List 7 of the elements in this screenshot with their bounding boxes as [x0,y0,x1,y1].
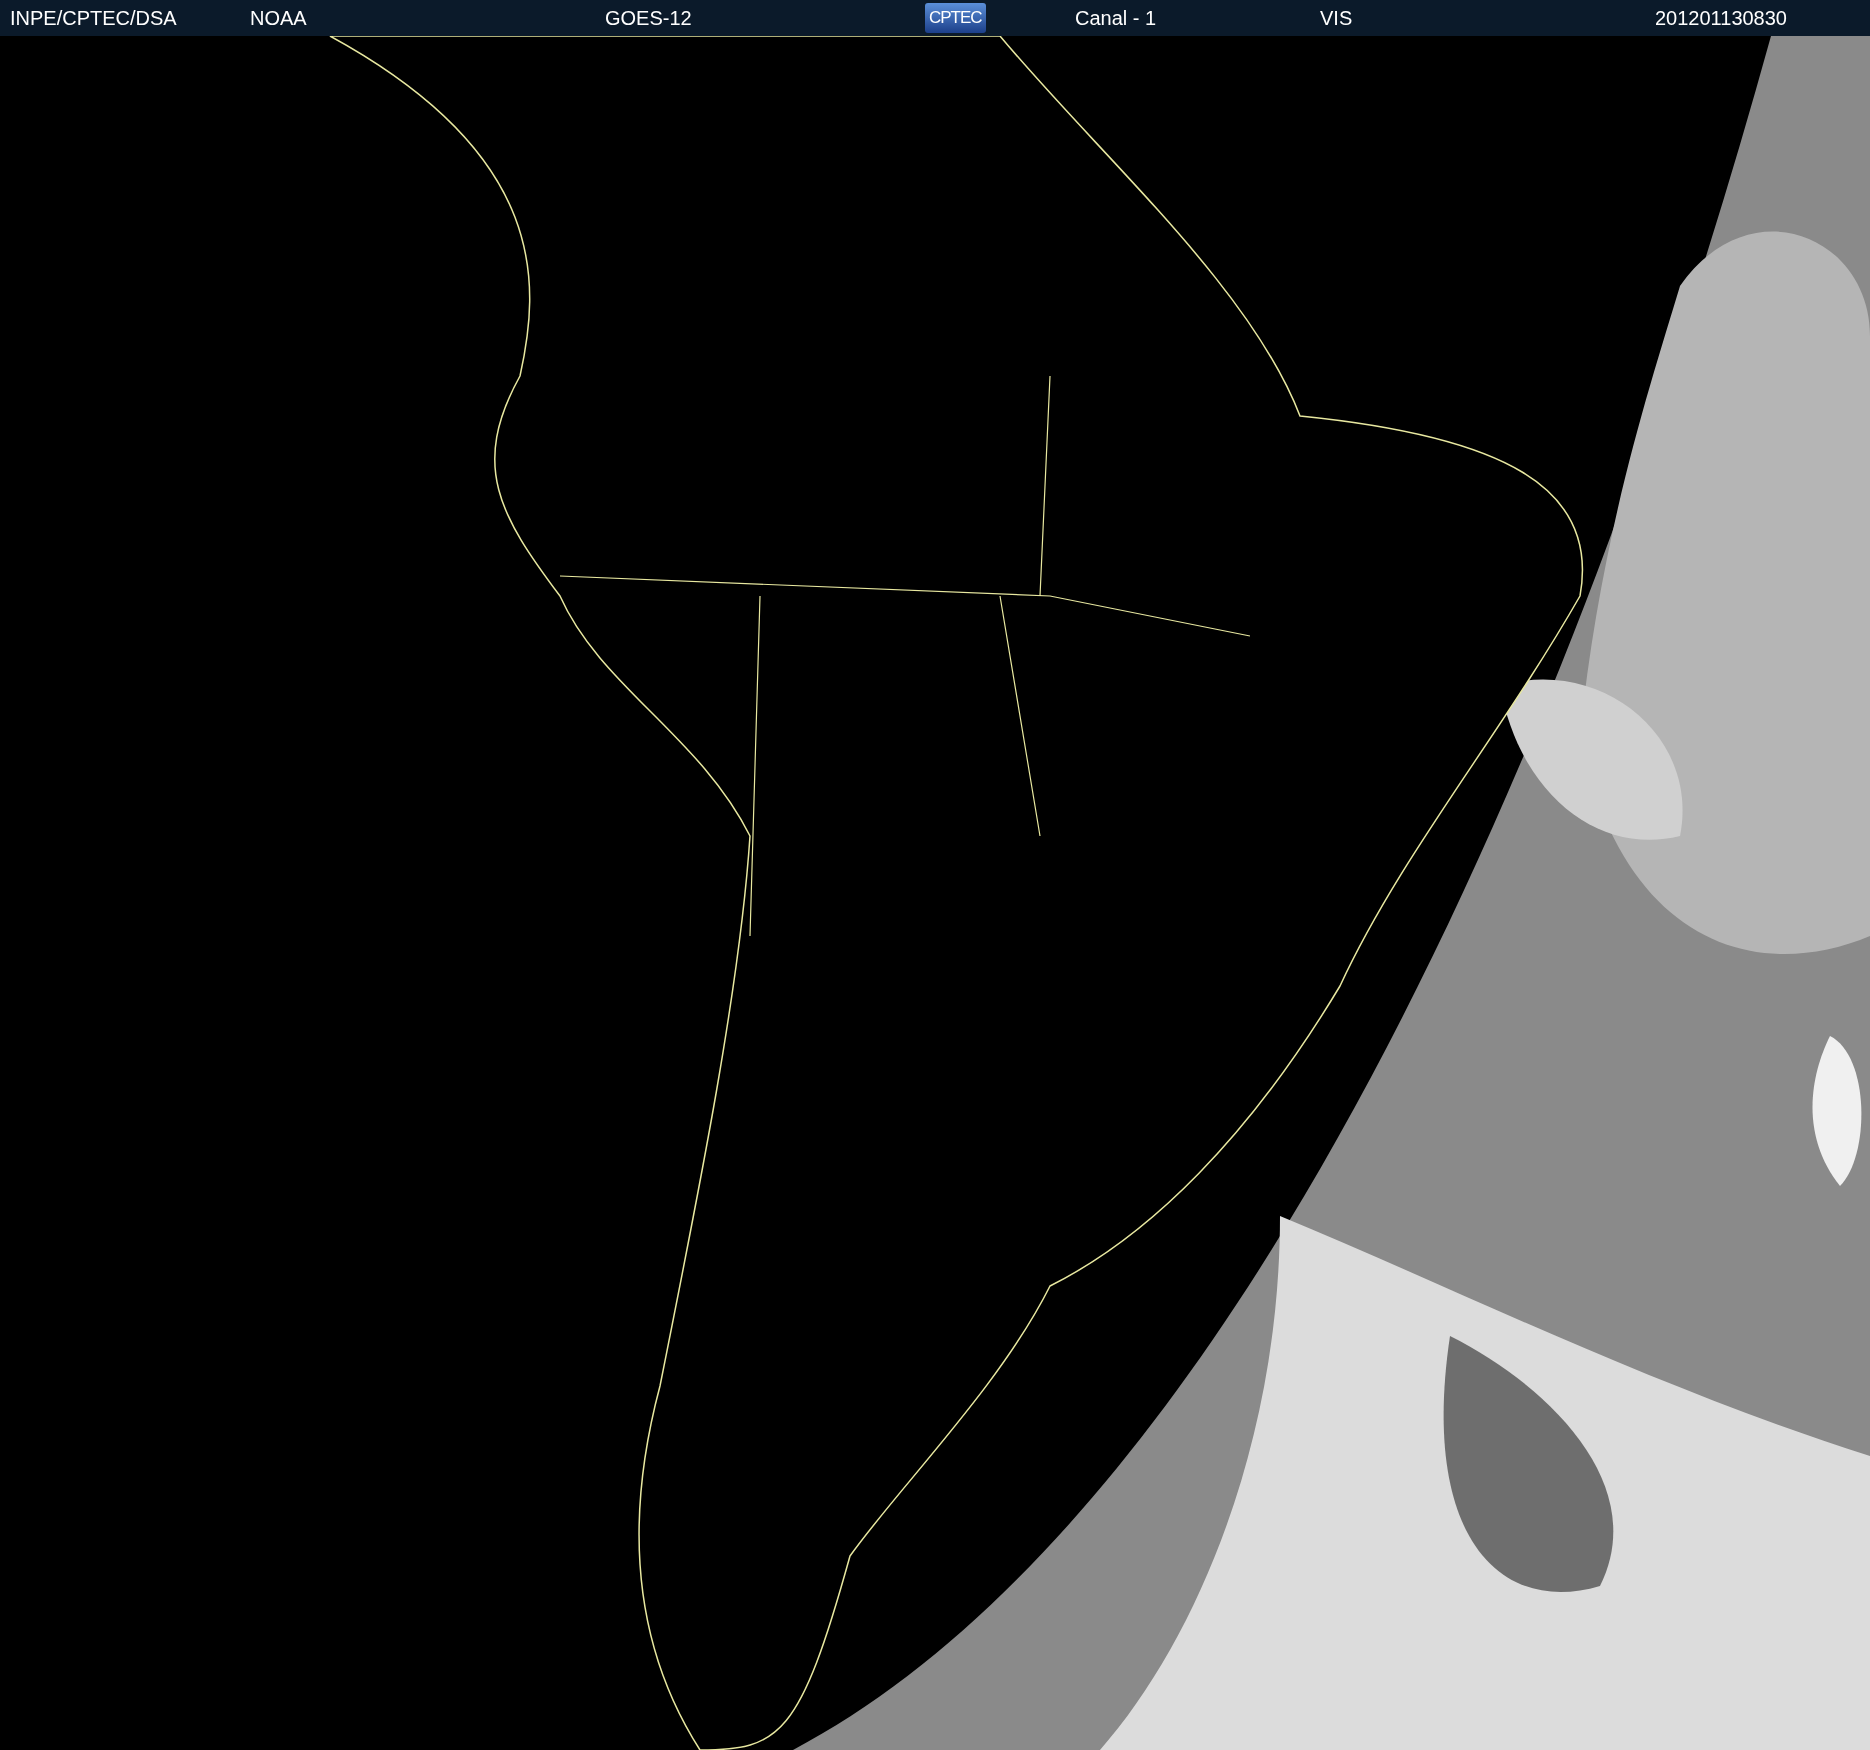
header-label: GOES-12 [605,6,692,31]
header-label: Canal - 1 [1075,6,1157,31]
header-label: 201201130830 [1655,6,1787,31]
logo: CPTEC [925,3,986,33]
header-label: VIS [1320,6,1353,31]
header-label: INPE/CPTEC/DSA [10,6,177,31]
header-label: NOAA [250,6,307,31]
